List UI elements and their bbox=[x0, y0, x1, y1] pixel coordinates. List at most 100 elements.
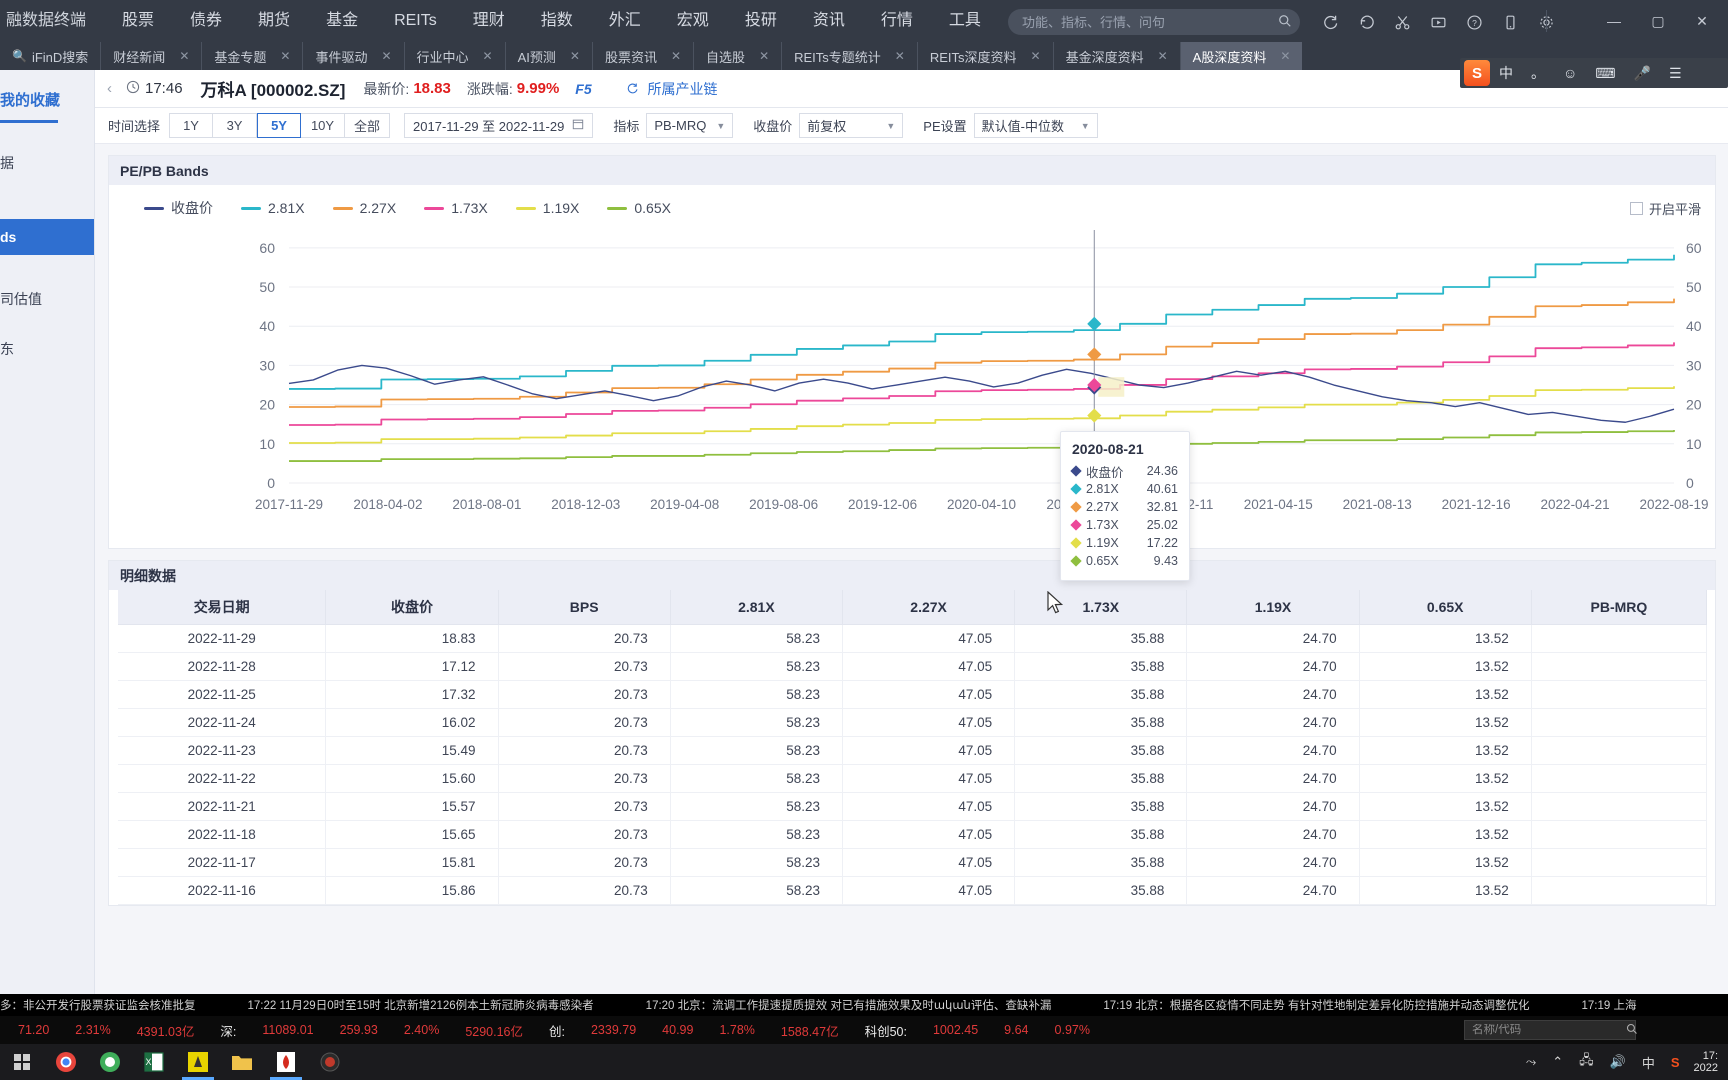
scissors-icon[interactable] bbox=[1384, 8, 1420, 36]
menu-item-8[interactable]: 外汇 bbox=[591, 0, 659, 42]
ime-voice-icon[interactable]: 🎤 bbox=[1625, 65, 1660, 82]
news-item-2[interactable]: 17:20 北京：流调工作提速提质提效 对已有措施效果及时ական评估、查缺补漏 bbox=[646, 997, 1052, 1013]
menu-item-13[interactable]: 工具 bbox=[931, 0, 999, 42]
history-icon[interactable] bbox=[1348, 8, 1384, 36]
menu-item-3[interactable]: 期货 bbox=[240, 0, 308, 42]
quote-item-6[interactable]: 2.40% bbox=[404, 1023, 439, 1037]
news-item-0[interactable]: 多：非公开发行股票获证监会核准批复 bbox=[0, 997, 196, 1013]
pe-pb-bands-chart[interactable]: 0 10 20 30 40 50 60 0 10 20 30 40 50 60 2017-11-29 2018… bbox=[109, 218, 1715, 614]
ime-punctuation-icon[interactable]: 。 bbox=[1522, 63, 1554, 83]
tab-2[interactable]: 基金专题 ✕ bbox=[201, 42, 302, 70]
tab-10[interactable]: 基金深度资料 ✕ bbox=[1052, 42, 1180, 70]
quote-item-1[interactable]: 2.31% bbox=[75, 1023, 110, 1037]
range-button-全部[interactable]: 全部 bbox=[345, 113, 391, 138]
news-item-3[interactable]: 17:19 北京：根据各区疫情不同走势 有针对性地制定差异化防控措施并动态调整优… bbox=[1103, 997, 1529, 1013]
tab-1[interactable]: 财经新闻 ✕ bbox=[100, 42, 201, 70]
close-icon[interactable]: ✕ bbox=[759, 49, 769, 63]
table-row[interactable]: 2022-11-28 17.12 20.73 58.23 47.05 35.88 24.70… bbox=[118, 652, 1708, 681]
tab-0[interactable]: 🔍 iFinD搜索 bbox=[0, 42, 100, 70]
quote-item-10[interactable]: 40.99 bbox=[662, 1023, 693, 1037]
pdf-icon[interactable] bbox=[264, 1044, 308, 1080]
taskbar-clock[interactable]: 17: 2022 bbox=[1688, 1050, 1728, 1074]
tray-expand-icon[interactable]: ⌃ bbox=[1544, 1054, 1571, 1070]
network-icon[interactable]: 🖧 bbox=[1571, 1051, 1602, 1073]
close-icon[interactable]: ✕ bbox=[895, 49, 905, 63]
sidebar-item-1[interactable]: ds bbox=[0, 219, 94, 255]
help-icon[interactable]: ? bbox=[1456, 8, 1492, 36]
table-header-5[interactable]: 1.73X bbox=[1014, 590, 1188, 625]
mobile-icon[interactable] bbox=[1492, 8, 1528, 36]
close-button[interactable]: ✕ bbox=[1680, 13, 1724, 30]
start-icon[interactable] bbox=[0, 1044, 44, 1080]
table-row[interactable]: 2022-11-18 15.65 20.73 58.23 47.05 35.88 24.70… bbox=[118, 820, 1708, 849]
smoothing-toggle[interactable]: 开启平滑 bbox=[1629, 199, 1701, 218]
excel-icon[interactable]: X bbox=[132, 1044, 176, 1080]
ime-indicator-icon[interactable]: 中 bbox=[1634, 1053, 1663, 1072]
table-row[interactable]: 2022-11-16 15.86 20.73 58.23 47.05 35.88 24.70… bbox=[118, 876, 1708, 905]
close-icon[interactable]: ✕ bbox=[381, 49, 391, 63]
ifind-icon[interactable] bbox=[176, 1044, 220, 1080]
minimize-button[interactable]: — bbox=[1592, 13, 1636, 29]
ime-keyboard-icon[interactable]: ⌨ bbox=[1586, 65, 1624, 82]
legend-item-4[interactable]: 1.19X bbox=[515, 200, 579, 216]
quote-item-9[interactable]: 2339.79 bbox=[591, 1023, 636, 1037]
quote-item-4[interactable]: 11089.01 bbox=[262, 1023, 313, 1037]
video-icon[interactable] bbox=[1420, 8, 1456, 36]
menu-item-4[interactable]: 基金 bbox=[308, 0, 376, 42]
sidebar-favorites[interactable]: 我的收藏 bbox=[0, 79, 94, 120]
share-icon[interactable]: ⤳ bbox=[1518, 1054, 1544, 1070]
industry-chain-link[interactable]: 所属产业链 bbox=[626, 79, 718, 99]
table-header-3[interactable]: 2.81X bbox=[670, 590, 843, 625]
chrome-icon[interactable] bbox=[44, 1044, 88, 1080]
close-icon[interactable]: ✕ bbox=[570, 49, 580, 63]
tab-7[interactable]: 自选股 ✕ bbox=[693, 42, 781, 70]
quote-item-11[interactable]: 1.78% bbox=[719, 1023, 754, 1037]
quote-item-5[interactable]: 259.93 bbox=[340, 1023, 378, 1037]
global-search-input[interactable] bbox=[1008, 14, 1270, 30]
menu-item-2[interactable]: 债券 bbox=[172, 0, 240, 42]
quote-item-0[interactable]: 71.20 bbox=[18, 1023, 49, 1037]
ime-emoji-icon[interactable]: ☺ bbox=[1554, 65, 1586, 81]
search-icon[interactable] bbox=[1270, 14, 1300, 31]
legend-item-2[interactable]: 2.27X bbox=[332, 200, 396, 216]
menu-item-5[interactable]: REITs bbox=[376, 0, 455, 42]
close-icon[interactable]: ✕ bbox=[280, 49, 290, 63]
table-row[interactable]: 2022-11-24 16.02 20.73 58.23 47.05 35.88 24.70… bbox=[118, 708, 1708, 737]
menu-item-1[interactable]: 股票 bbox=[104, 0, 172, 42]
table-header-6[interactable]: 1.19X bbox=[1186, 590, 1360, 625]
search-icon[interactable] bbox=[1626, 1023, 1638, 1038]
tab-6[interactable]: 股票资讯 ✕ bbox=[591, 42, 693, 70]
browser-icon[interactable] bbox=[88, 1044, 132, 1080]
legend-item-5[interactable]: 0.65X bbox=[607, 200, 671, 216]
tab-9[interactable]: REITs深度资料 ✕ bbox=[916, 42, 1053, 70]
quote-item-13[interactable]: 科创50: bbox=[865, 1021, 907, 1040]
date-range-picker[interactable]: 2017-11-29 至 2022-11-29 bbox=[404, 113, 594, 138]
news-item-1[interactable]: 17:22 11月29日0时至15时 北京新增2126例本土新冠肺炎病毒感染者 bbox=[248, 997, 594, 1013]
close-icon[interactable]: ✕ bbox=[1280, 49, 1290, 63]
tab-3[interactable]: 事件驱动 ✕ bbox=[302, 42, 403, 70]
sidebar-item-0[interactable]: 据 bbox=[0, 143, 94, 183]
table-header-4[interactable]: 2.27X bbox=[842, 590, 1016, 625]
quote-search[interactable] bbox=[1464, 1020, 1638, 1040]
table-header-7[interactable]: 0.65X bbox=[1359, 590, 1532, 625]
table-row[interactable]: 2022-11-17 15.81 20.73 58.23 47.05 35.88 24.70… bbox=[118, 848, 1708, 877]
quote-item-16[interactable]: 0.97% bbox=[1055, 1023, 1090, 1037]
table-row[interactable]: 2022-11-21 15.57 20.73 58.23 47.05 35.88 24.70… bbox=[118, 792, 1708, 821]
table-row[interactable]: 2022-11-23 15.49 20.73 58.23 47.05 35.88 24.70… bbox=[118, 736, 1708, 765]
menu-item-9[interactable]: 宏观 bbox=[659, 0, 727, 42]
table-header-8[interactable]: PB-MRQ bbox=[1531, 590, 1708, 625]
maximize-button[interactable]: ▢ bbox=[1636, 13, 1680, 30]
legend-item-1[interactable]: 2.81X bbox=[241, 200, 305, 216]
menu-item-12[interactable]: 行情 bbox=[863, 0, 931, 42]
menu-item-6[interactable]: 理财 bbox=[455, 0, 523, 42]
quote-search-input[interactable] bbox=[1465, 1024, 1626, 1036]
table-header-2[interactable]: BPS bbox=[498, 590, 671, 625]
table-row[interactable]: 2022-11-29 18.83 20.73 58.23 47.05 35.88 24.70… bbox=[118, 624, 1708, 653]
table-row[interactable]: 2022-11-22 15.60 20.73 58.23 47.05 35.88 24.70… bbox=[118, 764, 1708, 793]
folder-icon[interactable] bbox=[220, 1044, 264, 1080]
menu-item-10[interactable]: 投研 bbox=[727, 0, 795, 42]
ime-menu-icon[interactable]: ☰ bbox=[1660, 65, 1691, 82]
tab-4[interactable]: 行业中心 ✕ bbox=[403, 42, 505, 70]
tab-8[interactable]: REITs专题统计 ✕ bbox=[781, 42, 917, 70]
close-icon[interactable]: ✕ bbox=[179, 49, 189, 63]
